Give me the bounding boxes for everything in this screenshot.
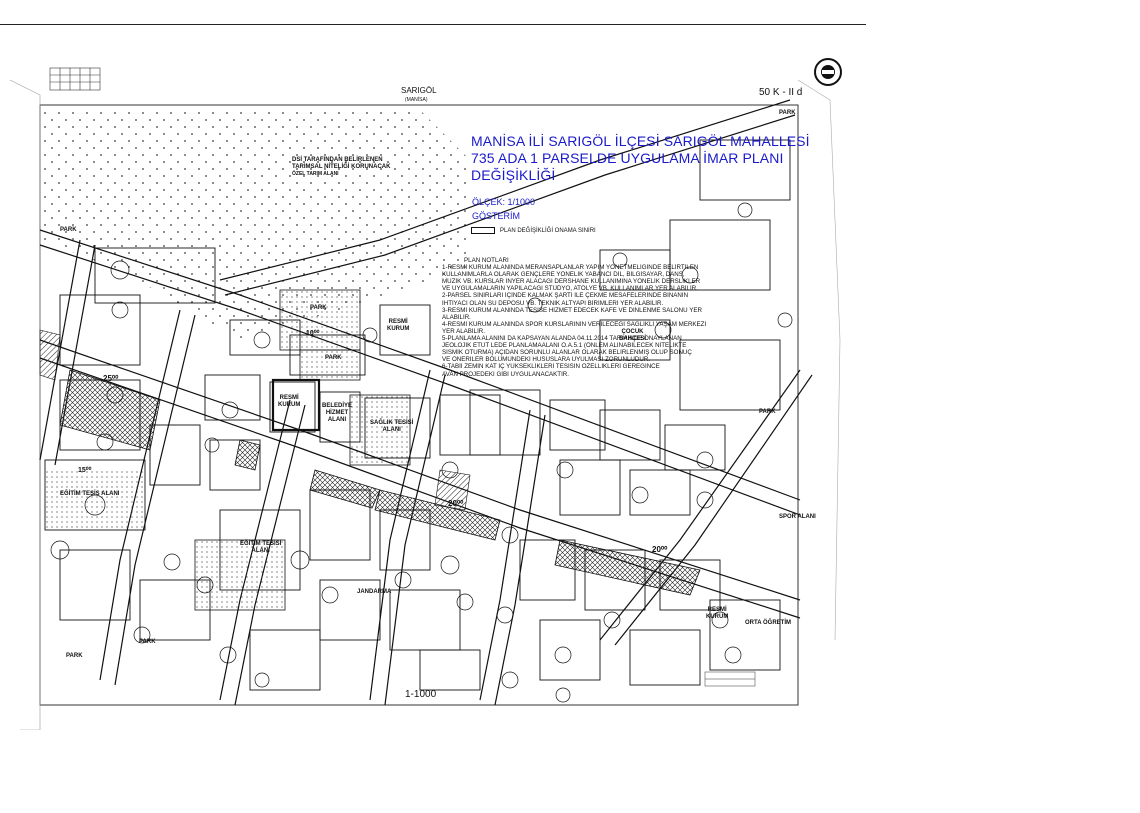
road-width-label: 10⁰⁰ [306,330,320,337]
plan-note-line: 3-RESMİ KURUM ALANINDA TESİSE HİZMET EDE… [442,306,702,314]
park-label: PARK [139,639,156,645]
saglik-line: ALANI [382,427,401,433]
park-label: PARK [66,653,83,659]
boundary-swatch [471,227,495,234]
egitim-line: ALANI [251,548,270,554]
place-sub: (MANİSA) [405,97,428,103]
plan-notes-header: PLAN NOTLARI [464,257,509,264]
plan-note-line: AVAN PROJEDEKİ GİBİ UYGULANACAKTIR. [442,370,569,378]
jandarma-label: JANDARMA [357,589,392,595]
plan-note-line: İHTİYACI OLAN SU DEPOSU VB. TEKNİK ALTYA… [442,299,664,307]
belediye-line: ALANI [327,417,347,423]
road-width-label: 15⁰⁰ [78,467,92,474]
park-label: PARK [325,355,342,361]
plan-note-line: YER ALABİLİR. [442,327,485,335]
saglik-label: SAĞLIK TESİSİ ALANI [370,420,413,434]
plan-note-line: KULLANIMLARLA OLARAK GENÇLERE YÖNELİK YA… [442,271,685,279]
cocuk-line: ÇOCUK [621,329,644,335]
plan-note-line: JEOLOJİK ETÜT LEDE PLANLAMAALANI O.A.5.1… [442,342,687,350]
resmi-kurum-label: RESMİ KURUM [278,395,300,409]
plan-title-line: DEĞİŞİKLİĞİ [471,167,556,183]
egitim-label: EĞİTİM TESİSİ ALANI [240,541,281,555]
legend-item: PLAN DEĞİŞİKLİĞİ ONAMA SINIRI [471,227,596,234]
plan-note-line: 1-RESMİ KURUM ALANINDA MERANSAPLANLAR YA… [442,264,699,272]
park-label: PARK [779,110,796,116]
dsi-label: DSİ TARAFINDAN BELİRLENEN TARIMSAL NİTEL… [292,157,390,178]
legend-item-label: PLAN DEĞİŞİKLİĞİ ONAMA SINIRI [500,227,596,234]
plan-scale: ÖLÇEK: 1/1000 [472,197,536,207]
plan-note-line: 2-PARSEL SINIRLARI İÇİNDE KALMAK ŞARTI İ… [442,292,689,300]
belediye-label: BELEDİYE HİZMET ALANI [322,403,352,424]
plan-note-line: 6-TABİİ ZEMİN KAT İÇ YÜKSEKLİKLERİ TESİS… [442,363,660,371]
resmi-kurum-line: KURUM [278,402,301,408]
park-label: PARK [60,227,77,233]
ortaogretim-label: ORTA ÖĞRETİM [745,620,791,626]
belediye-line: BELEDİYE [322,403,353,409]
dsi-label-line: ÖZEL TARIM ALANI [292,171,339,177]
belediye-line: HİZMET [325,410,349,416]
cocuk-line: BAHÇESİ [619,336,647,342]
plan-title-line: MANİSA İLİ SARIGÖL İLÇESİ SARIGÖL MAHALL… [471,133,810,149]
resmi-kurum-line: RESMİ [707,607,727,613]
plan-note-line: 4-RESMİ KURUM ALANINDA SPOR KURSLARININ … [442,320,707,328]
plan-title: MANİSA İLİ SARIGÖL İLÇESİ SARIGÖL MAHALL… [471,133,811,184]
dsi-label-line: TARIMSAL NİTELİĞİ KORUNACAK [292,164,391,170]
plan-notes: PLAN NOTLARI 1-RESMİ KURUM ALANINDA MERA… [442,257,777,378]
resmi-kurum-label: RESMİ KURUM [706,607,728,621]
resmi-kurum-line: KURUM [706,614,729,620]
road-width-label: 20⁰⁰ [652,545,668,554]
dsi-label-line: DSİ TARAFINDAN BELİRLENEN [292,157,383,163]
saglik-line: SAĞLIK TESİSİ [370,420,414,426]
resmi-kurum-line: RESMİ [279,395,299,401]
road-width-label: 25⁰⁰ [103,374,119,383]
plan-note-line: VE ÖNERİLER BÖLÜMÜNDEKİ HUSUSLARA UYULMA… [442,356,651,364]
plan-note-line: MÜZİK VB. KURSLAR İNYER ALACAĞI DERSHANE… [442,278,701,286]
park-label: PARK [310,305,327,311]
egitim-line: EĞİTİM TESİSİ [240,541,282,547]
resmi-kurum-label: RESMİ KURUM [387,319,409,333]
resmi-kurum-line: RESMİ [388,319,408,325]
plan-title-line: 735 ADA 1 PARSELDE UYGULAMA İMAR PLANI [471,150,784,166]
plan-note-line: SİSMİK OTURMA) AÇIDAN SORUNLU ALANLAR OL… [442,349,692,357]
spor-label: SPOR ALANI [779,514,816,520]
plan-note-line: ALABİLİR. [442,313,471,321]
bottom-scale: 1-1000 [405,689,437,700]
cocuk-label: ÇOCUK BAHÇESİ [619,329,646,343]
place-name: SARIGÖL [401,86,437,95]
park-label: PARK [759,409,776,415]
legend-title: GÖSTERİM [472,211,521,221]
sheet-code: 50 K - II d [759,87,803,98]
plan-note-line: 5-PLANLAMA ALANINI DA KAPSAYAN ALANDA 04… [442,335,682,343]
plan-note-line: VE UYGULAMALARIN YAPILACAĞI STÜDYO, ATÖL… [442,285,698,293]
egitim-label: EĞİTİM TESİS ALANI [60,491,120,497]
resmi-kurum-line: KURUM [387,326,410,332]
top-rule [0,24,866,25]
road-width-label: 20⁰⁰ [448,499,464,508]
